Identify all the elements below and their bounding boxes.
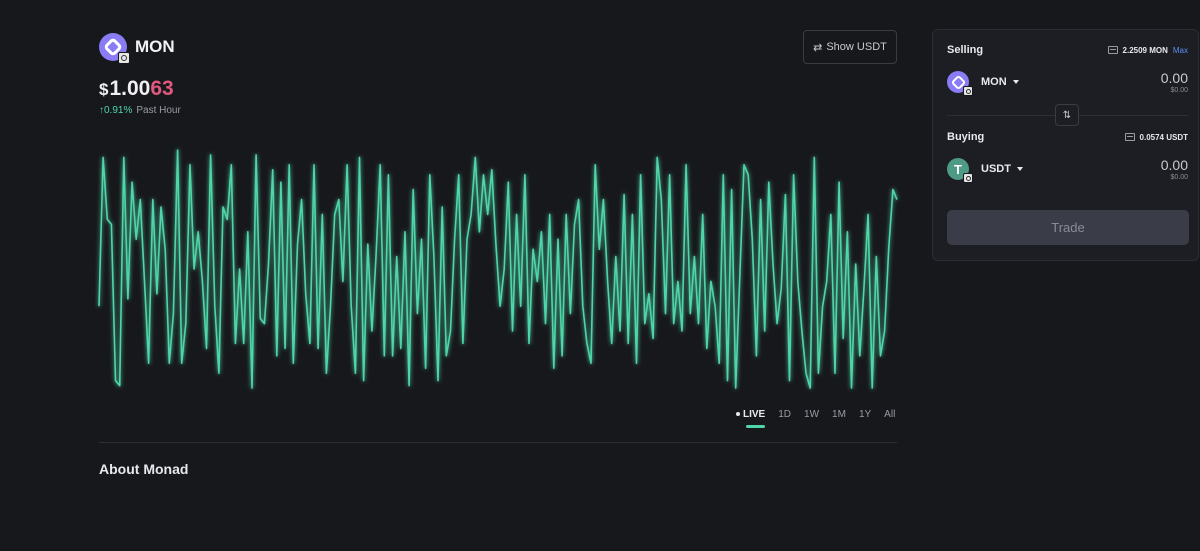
buy-asset-name: USDT [981, 163, 1011, 175]
price-change-pct: ↑0.91% [99, 105, 133, 116]
chevron-down-icon [1012, 80, 1019, 84]
timeframe-1w[interactable]: 1W [804, 409, 819, 420]
max-button[interactable]: Max [1173, 46, 1188, 55]
buy-amount-value: 0.00 [1160, 157, 1188, 173]
swap-direction-button[interactable]: ⇅ [1055, 104, 1079, 126]
timeframe-live[interactable]: LIVE [736, 409, 766, 428]
section-divider [99, 442, 897, 443]
show-usdt-button[interactable]: ⇄ Show USDT [803, 30, 897, 64]
token-symbol: MON [135, 37, 175, 56]
price-tail-digits: 63 [150, 77, 174, 100]
token-price: $ 1.00 63 [99, 77, 174, 101]
timeframe-1y[interactable]: 1Y [859, 409, 871, 420]
buying-label: Buying [947, 131, 985, 143]
price-currency: $ [99, 80, 109, 99]
buy-amount[interactable]: 0.00 $0.00 [1161, 157, 1188, 181]
chain-badge-icon [118, 52, 130, 64]
mon-logo-icon [947, 71, 973, 96]
token-header: MON [99, 33, 175, 64]
buying-balance: 0.0574 USDT [1124, 132, 1188, 142]
price-line [98, 149, 898, 389]
timeframe-1d[interactable]: 1D [778, 409, 791, 420]
timeframe-1m[interactable]: 1M [832, 409, 846, 420]
trade-button[interactable]: Trade [947, 210, 1189, 245]
timeframe-selector: LIVE 1D 1W 1M 1Y All [736, 409, 895, 428]
sell-asset-row: MON 0.00 $0.00 [947, 70, 1188, 96]
chain-badge-icon [963, 86, 973, 96]
timeframe-all[interactable]: All [884, 409, 895, 420]
buy-amount-usd: $0.00 [1170, 174, 1188, 181]
chain-badge-icon [963, 173, 973, 183]
trade-panel: Selling 2.2509 MON Max MON 0.00 $0.00 ⇅ … [932, 29, 1199, 261]
buy-asset-row: T USDT 0.00 $0.00 [947, 157, 1188, 183]
selling-header: Selling 2.2509 MON Max [947, 44, 1188, 56]
price-chart [98, 149, 898, 389]
about-heading: About Monad [99, 461, 189, 477]
price-change: ↑0.91% Past Hour [99, 105, 181, 116]
selling-label: Selling [947, 44, 984, 56]
selling-balance-value: 2.2509 MON [1122, 45, 1168, 55]
mon-logo-icon [99, 33, 130, 64]
wallet-icon [1124, 133, 1135, 141]
buying-header: Buying 0.0574 USDT [947, 131, 1188, 143]
price-change-period: Past Hour [136, 105, 181, 116]
sell-asset-name: MON [981, 76, 1007, 88]
show-usdt-label: Show USDT [826, 41, 887, 53]
selling-balance: 2.2509 MON Max [1107, 45, 1188, 55]
buy-asset-selector[interactable]: T USDT [947, 158, 1023, 183]
usdt-logo-icon: T [947, 158, 973, 183]
buying-balance-value: 0.0574 USDT [1139, 132, 1188, 142]
price-main-digits: 1.00 [109, 77, 151, 100]
sell-asset-selector[interactable]: MON [947, 71, 1019, 96]
sell-amount-value: 0.00 [1160, 70, 1188, 86]
live-dot-icon [736, 412, 740, 417]
sell-amount-usd: $0.00 [1170, 87, 1188, 94]
swap-vertical-icon: ⇅ [1062, 109, 1072, 121]
sell-amount[interactable]: 0.00 $0.00 [1161, 70, 1188, 94]
swap-arrows-icon: ⇄ [813, 41, 823, 54]
chevron-down-icon [1016, 167, 1023, 171]
wallet-icon [1107, 46, 1118, 54]
